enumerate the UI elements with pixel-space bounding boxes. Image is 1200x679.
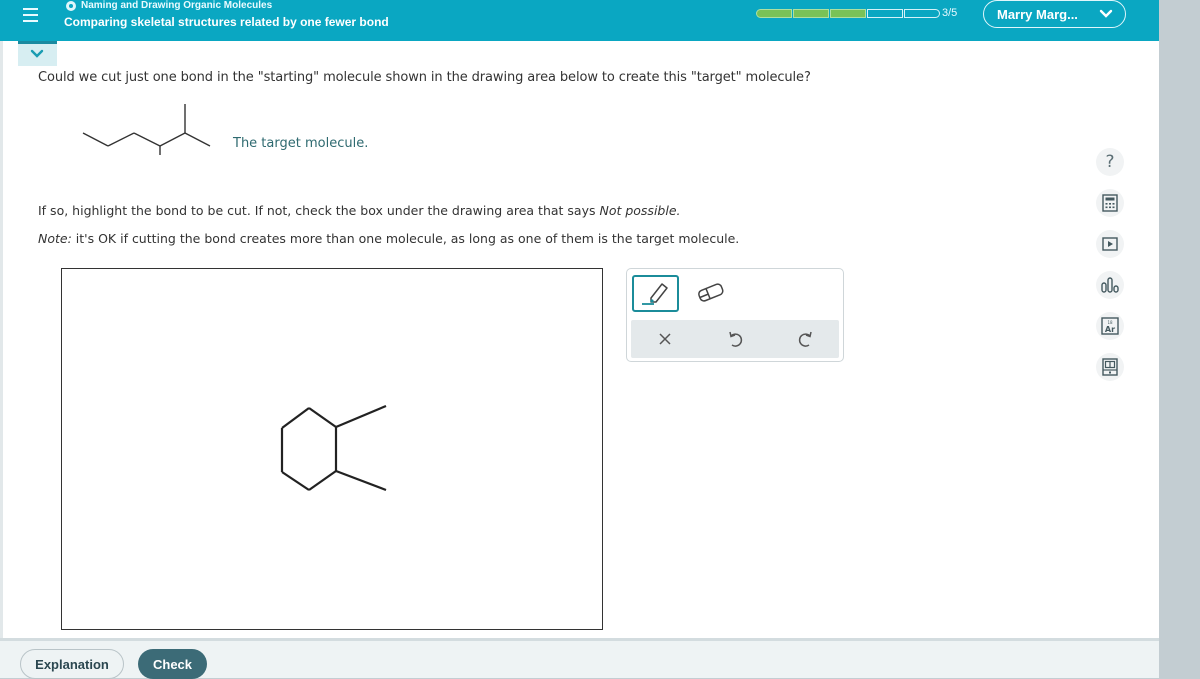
bond[interactable]: [335, 404, 387, 429]
question-prompt: Could we cut just one bond in the "start…: [38, 70, 811, 85]
clear-button[interactable]: [654, 328, 676, 350]
eraser-tool-button[interactable]: [695, 277, 727, 309]
left-border: [0, 41, 3, 638]
menu-button[interactable]: [18, 3, 44, 29]
periodic-table-button[interactable]: 18 Ar: [1096, 312, 1124, 340]
svg-text:Ar: Ar: [1105, 325, 1115, 334]
close-icon: [659, 333, 671, 345]
check-button[interactable]: Check: [138, 649, 207, 679]
target-molecule-structure: [82, 104, 211, 155]
chevron-down-icon: [1099, 9, 1113, 18]
bond[interactable]: [308, 407, 337, 428]
reference-button[interactable]: [1096, 353, 1124, 381]
action-row: [631, 320, 839, 358]
instruction-text: If so, highlight the bond to be cut. If …: [38, 203, 681, 218]
topic-status-icon: [66, 0, 76, 11]
top-bar: Naming and Drawing Organic Molecules Com…: [0, 0, 1159, 41]
topic-title: Naming and Drawing Organic Molecules: [66, 0, 272, 11]
chevron-down-icon: [30, 49, 44, 58]
target-molecule-label: The target molecule.: [233, 136, 369, 151]
question-mark-icon: ?: [1105, 152, 1115, 172]
bond: [82, 132, 109, 147]
bar-chart-icon: [1101, 277, 1119, 293]
bond: [159, 132, 186, 147]
reference-book-icon: [1102, 358, 1118, 376]
progress-segment: [867, 9, 903, 18]
progress-segment: [904, 9, 940, 18]
eraser-icon: [698, 283, 724, 302]
redo-icon: [798, 331, 812, 347]
footer-bar: Explanation Check: [0, 641, 1159, 679]
bond: [184, 132, 211, 147]
bond: [107, 132, 135, 147]
video-button[interactable]: [1096, 230, 1124, 258]
starting-molecule-structure: [280, 404, 387, 492]
progress-segment: [756, 9, 792, 18]
user-menu-button[interactable]: Marry Marg...: [983, 0, 1126, 28]
undo-icon: [729, 331, 743, 347]
note-text: Note: it's OK if cutting the bond create…: [38, 231, 740, 246]
calculator-icon: [1102, 194, 1118, 212]
drawing-toolbox: [626, 268, 844, 362]
hamburger-icon: [23, 8, 38, 10]
explanation-button[interactable]: Explanation: [20, 649, 124, 679]
collapse-button[interactable]: [18, 41, 57, 66]
highlighter-icon: [642, 283, 668, 305]
help-button[interactable]: ?: [1096, 148, 1124, 176]
page-title: Comparing skeletal structures related by…: [64, 15, 389, 29]
bond[interactable]: [281, 407, 310, 429]
progress-bar: [756, 9, 940, 18]
periodic-table-icon: 18 Ar: [1101, 317, 1119, 335]
app-window: Naming and Drawing Organic Molecules Com…: [0, 0, 1159, 679]
video-play-icon: [1102, 237, 1118, 251]
bond[interactable]: [281, 471, 310, 491]
bond[interactable]: [335, 469, 387, 492]
highlighter-tool-button[interactable]: [632, 275, 679, 312]
redo-button[interactable]: [795, 328, 817, 350]
bond: [133, 132, 161, 147]
progress-segment: [830, 9, 866, 18]
progress-count: 3/5: [942, 7, 958, 19]
drawing-area[interactable]: [61, 268, 603, 630]
data-button[interactable]: [1096, 271, 1124, 299]
progress-segment: [793, 9, 829, 18]
undo-button[interactable]: [724, 328, 746, 350]
calculator-button[interactable]: [1096, 189, 1124, 217]
bond[interactable]: [308, 470, 337, 491]
